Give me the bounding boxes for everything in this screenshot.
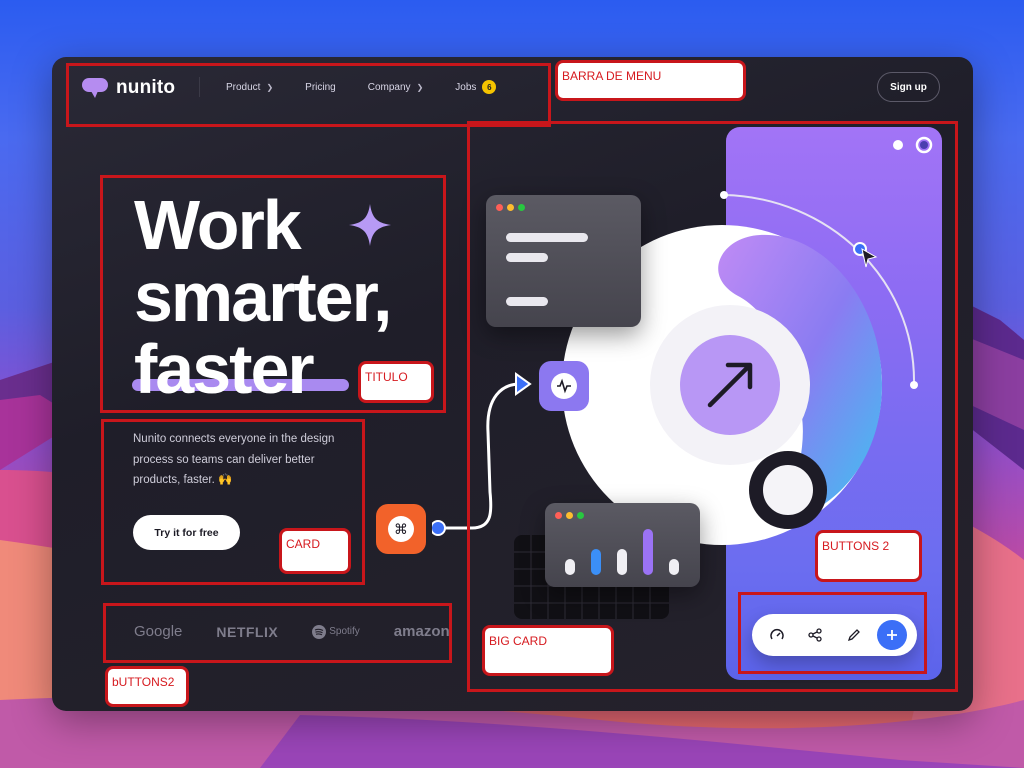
annotation-bigcard-label: BIG CARD (482, 625, 614, 676)
annotation-menu-box (66, 63, 551, 127)
annotation-buttons2-label: BUTTONS 2 (815, 530, 922, 582)
signup-button[interactable]: Sign up (877, 72, 940, 102)
command-chip[interactable]: ⌘ (376, 504, 426, 554)
annotation-toolbar-box (738, 592, 927, 674)
command-key-icon: ⌘ (388, 516, 414, 542)
annotation-title-label: TITULO (358, 361, 434, 403)
annotation-brands-box (103, 603, 452, 663)
annotation-brands-label: bUTTONS2 (105, 666, 189, 707)
svg-text:⌘: ⌘ (394, 522, 408, 538)
annotation-card-label: CARD (279, 528, 351, 574)
annotation-menu-label: BARRA DE MENU (555, 60, 746, 101)
